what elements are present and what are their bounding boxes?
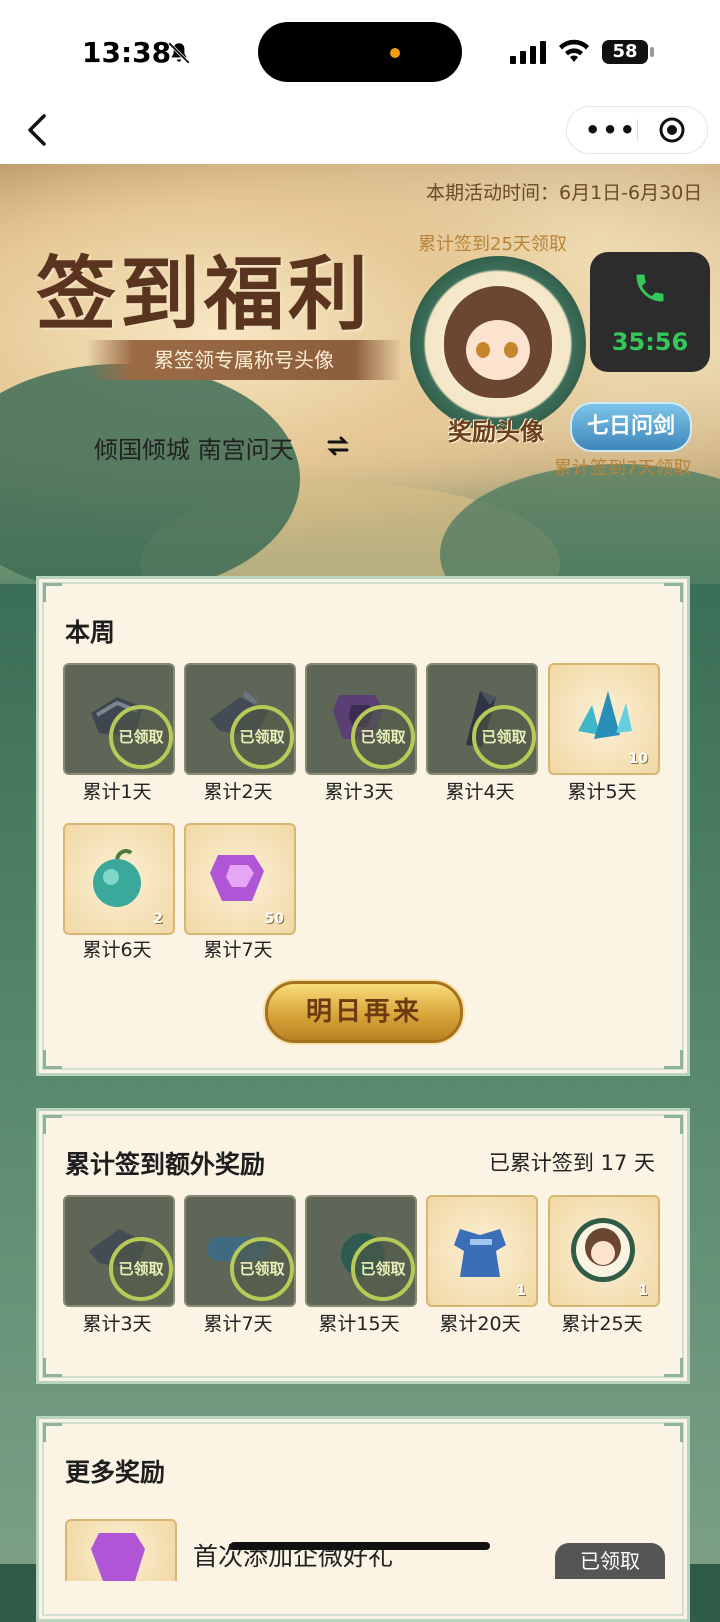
reward-avatar: [444, 286, 552, 398]
dynamic-island: [258, 22, 462, 82]
reward-day-label: 累计25天: [561, 1313, 643, 1335]
reward-day-7[interactable]: 50: [184, 823, 296, 935]
event-subtitle: 累签领专属称号头像: [154, 348, 334, 372]
reward-day-label: 累计2天: [203, 781, 273, 803]
cumulative-reward-20[interactable]: 1: [426, 1195, 538, 1307]
event-period: 本期活动时间：6月1日-6月30日: [426, 182, 703, 204]
more-menu-button[interactable]: •••: [585, 116, 637, 144]
back-chevron-icon[interactable]: [22, 110, 52, 150]
blue-outfit-icon: [454, 1229, 506, 1277]
cumulative-reward-7[interactable]: 已领取: [184, 1195, 296, 1307]
claimed-stamp: 已领取: [351, 1237, 415, 1301]
battery-tip: [650, 47, 654, 57]
avatar-face: [466, 320, 530, 380]
claimed-stamp: 已领取: [230, 705, 294, 769]
blue-crystal-icon: [578, 691, 632, 739]
reward-day-label: 累计4天: [445, 781, 515, 803]
mini-program-navbar: •••: [0, 100, 720, 164]
cumulative-reward-15[interactable]: 已领取: [305, 1195, 417, 1307]
card-corner: [43, 1423, 62, 1442]
card-corner: [664, 583, 683, 602]
bell-off-icon: [168, 42, 190, 64]
claimed-stamp: 已领取: [351, 705, 415, 769]
reward-day-5[interactable]: 10: [548, 663, 660, 775]
player-name[interactable]: 倾国倾城 南宫问天: [94, 430, 294, 465]
subtitle-ribbon: 累签领专属称号头像: [86, 340, 402, 380]
reward-day-label: 累计3天: [324, 781, 394, 803]
weekly-title: 本周: [65, 618, 116, 647]
card-corner: [664, 1423, 683, 1442]
more-rewards-title: 更多奖励: [65, 1458, 166, 1487]
reward-quantity: 2: [153, 911, 163, 927]
cumulative-rewards-card: 累计签到额外奖励 已累计签到 17 天 已领取 累计3天 已领取 累计7天 已领…: [36, 1108, 690, 1384]
title-requirement: 累计签到7天领取: [554, 458, 692, 479]
mini-program-capsule: •••: [566, 106, 708, 154]
reward-day-6[interactable]: 2: [63, 823, 175, 935]
cumulative-reward-25[interactable]: 1: [548, 1195, 660, 1307]
reward-quantity: 50: [264, 911, 284, 927]
purple-gem-icon: [210, 855, 264, 901]
come-back-tomorrow-button[interactable]: 明日再来: [265, 981, 463, 1043]
card-corner: [664, 1050, 683, 1069]
reward-day-label: 累计5天: [567, 781, 637, 803]
reward-avatar-label: 奖励头像: [448, 418, 544, 446]
reward-avatar-frame[interactable]: [410, 256, 586, 432]
more-reward-thumbnail: [65, 1519, 177, 1581]
reward-title-badge[interactable]: 七日问剑: [570, 402, 692, 452]
status-time: 13:38: [82, 36, 172, 69]
reward-day-2[interactable]: 已领取: [184, 663, 296, 775]
event-banner: 本期活动时间：6月1日-6月30日 签到福利 累签领专属称号头像 倾国倾城 南宫…: [0, 164, 720, 584]
reward-day-label: 累计7天: [203, 1313, 273, 1335]
claimed-stamp: 已领取: [230, 1237, 294, 1301]
wifi-icon: [559, 39, 589, 62]
signin-count: 已累计签到 17 天: [488, 1151, 655, 1175]
avatar-requirement: 累计签到25天领取: [418, 234, 567, 255]
reward-day-1[interactable]: 已领取: [63, 663, 175, 775]
claimed-stamp: 已领取: [472, 705, 536, 769]
claimed-stamp: 已领取: [109, 1237, 173, 1301]
reward-day-label: 累计3天: [82, 1313, 152, 1335]
reward-day-label: 累计6天: [82, 939, 152, 961]
reward-quantity: 1: [516, 1283, 526, 1299]
voice-call-widget[interactable]: 35:56: [590, 252, 710, 372]
more-reward-button[interactable]: 已领取: [555, 1543, 665, 1579]
cumulative-title: 累计签到额外奖励: [65, 1150, 266, 1179]
cellular-signal-icon: [510, 41, 546, 64]
weekly-signin-card: 本周 已领取 累计1天 已领取 累计2天 已领取 累计3天 已领取 累计4天 1…: [36, 576, 690, 1076]
jade-pouch-icon: [93, 849, 141, 907]
reward-day-label: 累计20天: [439, 1313, 521, 1335]
card-corner: [43, 583, 62, 602]
switch-account-icon[interactable]: [326, 434, 350, 458]
reward-day-label: 累计1天: [82, 781, 152, 803]
cumulative-reward-3[interactable]: 已领取: [63, 1195, 175, 1307]
event-title: 签到福利: [36, 247, 372, 341]
close-target-icon[interactable]: [659, 117, 685, 143]
more-rewards-card: 更多奖励 首次添加企微好礼 已领取: [36, 1416, 690, 1622]
avatar-reward-icon: [571, 1218, 635, 1282]
battery-indicator: 58: [602, 40, 648, 64]
card-corner: [43, 1050, 62, 1069]
reward-day-4[interactable]: 已领取: [426, 663, 538, 775]
card-corner: [43, 1358, 62, 1377]
card-corner: [43, 1115, 62, 1134]
card-corner: [664, 1358, 683, 1377]
claimed-stamp: 已领取: [109, 705, 173, 769]
status-bar: 13:38 58: [0, 0, 720, 100]
reward-quantity: 10: [628, 751, 648, 767]
avatar-eye: [504, 342, 518, 358]
banner-wave-left: [0, 364, 300, 584]
avatar-eye: [476, 342, 490, 358]
capsule-divider: [637, 119, 638, 141]
reward-day-label: 累计15天: [318, 1313, 400, 1335]
reward-day-3[interactable]: 已领取: [305, 663, 417, 775]
phone-icon: [636, 274, 664, 302]
banner-wave-right: [440, 464, 720, 584]
reward-quantity: 1: [638, 1283, 648, 1299]
call-duration: 35:56: [611, 328, 689, 356]
purple-gem-icon: [91, 1533, 145, 1581]
reward-day-label: 累计7天: [203, 939, 273, 961]
privacy-indicator: [390, 48, 400, 58]
home-indicator[interactable]: [230, 1542, 490, 1550]
card-corner: [664, 1115, 683, 1134]
